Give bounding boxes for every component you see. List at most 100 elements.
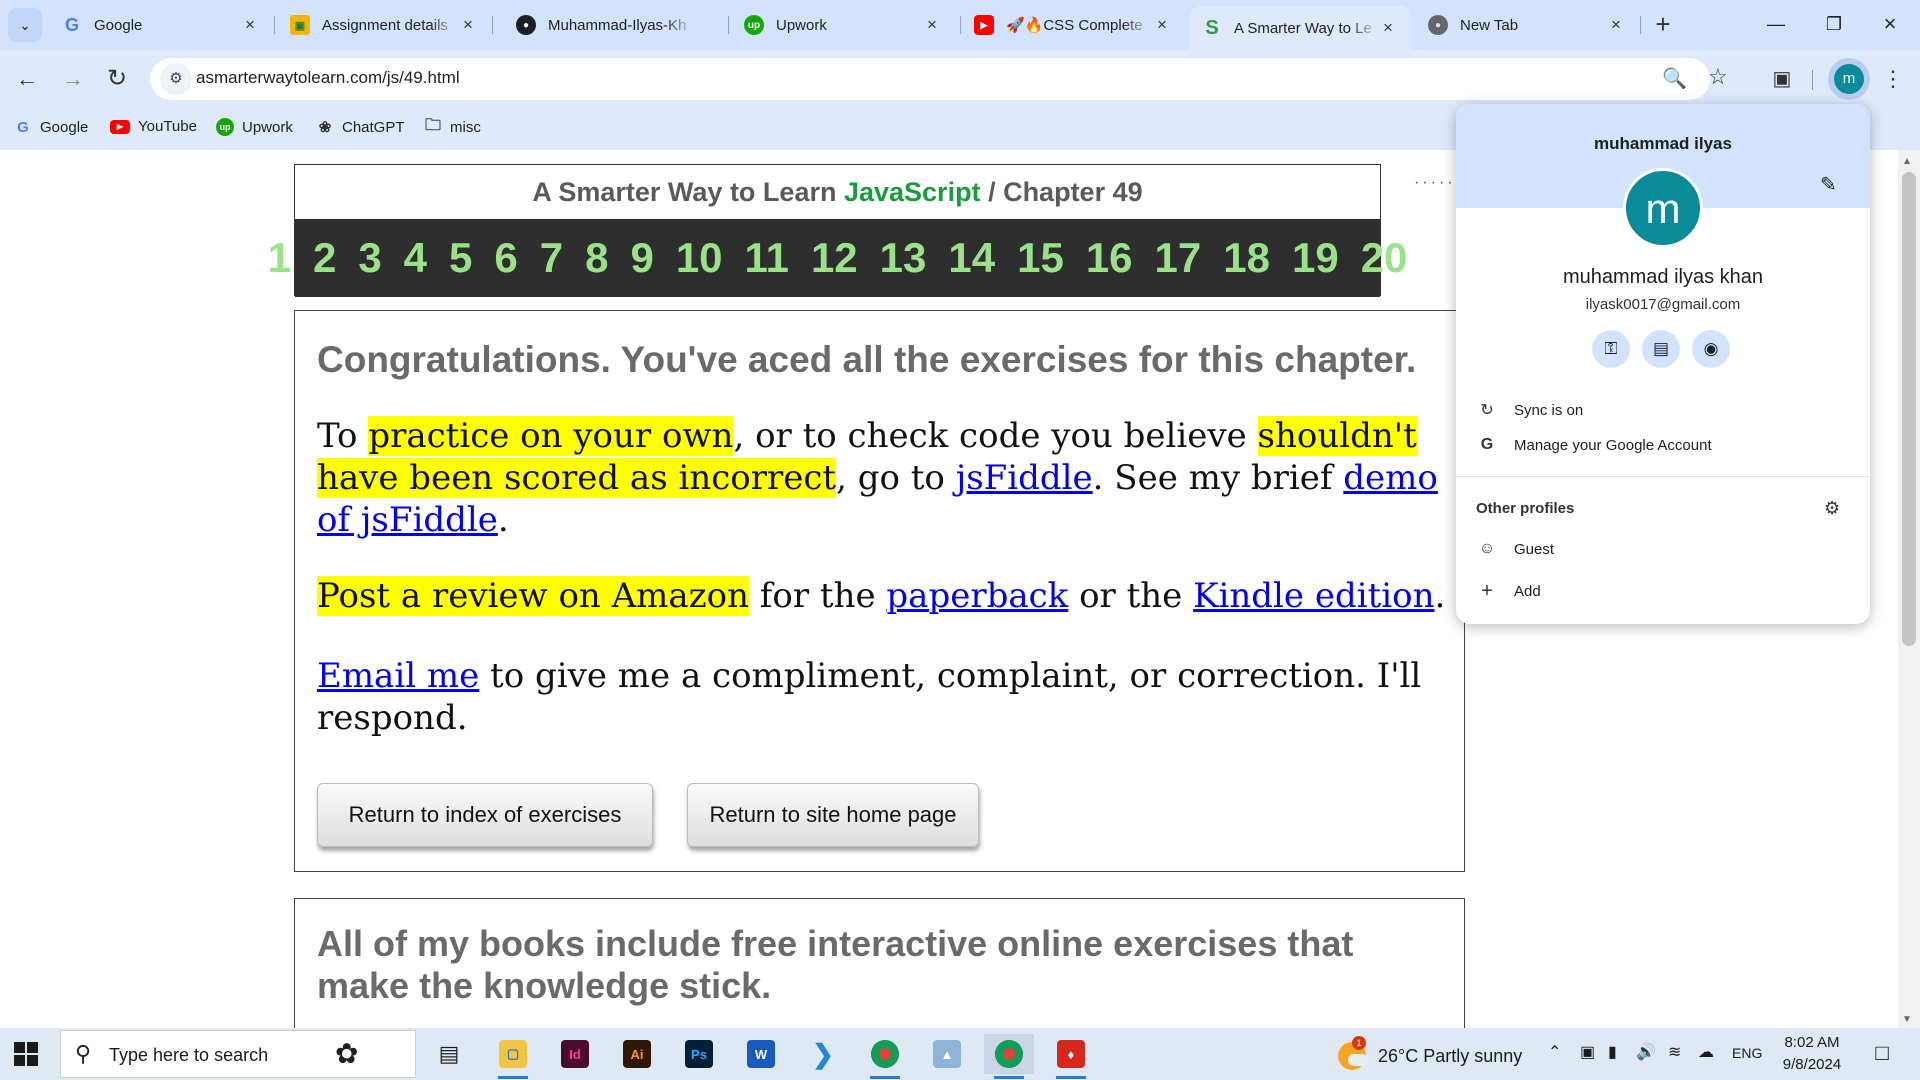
chapter-20-link[interactable]: 20 (1361, 234, 1408, 282)
minimize-button[interactable]: — (1748, 0, 1804, 50)
close-icon[interactable]: × (1152, 15, 1172, 35)
extensions-puzzle-icon[interactable]: ▣ (1766, 63, 1798, 95)
onedrive-cloud-icon[interactable]: ☁ (1698, 1042, 1714, 1062)
chrome-profile-taskbar-icon[interactable] (984, 1034, 1034, 1079)
chapter-8-link[interactable]: 8 (585, 234, 608, 282)
chapter-7-link[interactable]: 7 (540, 234, 563, 282)
close-icon[interactable]: × (458, 15, 478, 35)
manage-google-account-row[interactable]: G Manage your Google Account (1476, 436, 1712, 454)
meet-now-icon[interactable]: ▣ (1580, 1042, 1595, 1062)
weather-widget[interactable]: 1 26°C Partly sunny (1338, 1036, 1523, 1070)
blue-app-icon[interactable]: ▲ (922, 1034, 972, 1074)
sync-status-row[interactable]: ↻ Sync is on (1476, 400, 1583, 420)
wifi-icon[interactable]: ≋ (1668, 1042, 1681, 1062)
chapter-1-link[interactable]: 1 (268, 234, 291, 282)
photoshop-icon[interactable]: Ps (674, 1034, 724, 1074)
edit-pencil-icon[interactable]: ✎ (1820, 172, 1837, 197)
notifications-icon[interactable]: □ (1864, 1040, 1900, 1066)
tab-github[interactable]: ● Muhammad-Ilyas-Kh × (504, 6, 726, 44)
tab-new-tab[interactable]: ● New Tab × (1416, 6, 1638, 44)
chapter-2-link[interactable]: 2 (313, 234, 336, 282)
chapter-17-link[interactable]: 17 (1155, 234, 1202, 282)
tab-smarter-way[interactable]: S A Smarter Way to Le × (1190, 6, 1410, 50)
bookmark-youtube[interactable]: ▶ YouTube (110, 118, 197, 135)
chapter-3-link[interactable]: 3 (358, 234, 381, 282)
payment-card-icon[interactable]: ▤ (1642, 330, 1680, 368)
email-me-link[interactable]: Email me (317, 656, 479, 696)
return-to-home-button[interactable]: Return to site home page (687, 783, 979, 847)
site-info-icon[interactable]: ⚙ (160, 63, 192, 95)
reload-button[interactable]: ↻ (100, 62, 134, 96)
chapter-15-link[interactable]: 15 (1017, 234, 1064, 282)
system-clock[interactable]: 8:02 AM 9/8/2024 (1760, 1032, 1864, 1076)
profile-button[interactable]: m (1828, 58, 1870, 100)
chapter-9-link[interactable]: 9 (630, 234, 653, 282)
youtube-icon: ▶ (110, 119, 130, 134)
close-icon[interactable]: × (922, 15, 942, 35)
jsfiddle-link[interactable]: jsFiddle (956, 458, 1093, 498)
task-view-icon[interactable]: ▤ (424, 1034, 474, 1074)
bookmark-label: YouTube (138, 118, 197, 135)
close-icon[interactable]: × (240, 15, 260, 35)
bookmark-folder-misc[interactable]: 🗀 misc (424, 117, 481, 136)
chapter-10-link[interactable]: 10 (676, 234, 723, 282)
add-profile-row[interactable]: + Add (1476, 580, 1541, 603)
tab-separator (960, 16, 961, 34)
maximize-button[interactable]: ❐ (1806, 0, 1862, 50)
tab-upwork[interactable]: up Upwork × (732, 6, 954, 44)
bookmark-upwork[interactable]: up Upwork (216, 118, 293, 136)
volume-icon[interactable]: 🔊 (1636, 1042, 1656, 1062)
zoom-icon[interactable]: 🔍 (1662, 66, 1687, 91)
battery-icon[interactable]: ▮ (1608, 1042, 1617, 1062)
kindle-edition-link[interactable]: Kindle edition (1193, 576, 1434, 616)
chapter-14-link[interactable]: 14 (948, 234, 995, 282)
paperback-link[interactable]: paperback (886, 576, 1068, 616)
chapter-13-link[interactable]: 13 (880, 234, 927, 282)
chapter-6-link[interactable]: 6 (494, 234, 517, 282)
close-icon[interactable]: × (1378, 18, 1398, 38)
chapter-11-link[interactable]: 11 (745, 234, 789, 282)
language-indicator[interactable]: ENG (1732, 1045, 1762, 1061)
tab-assignment-details[interactable]: ▣ Assignment details × (278, 6, 490, 44)
chapter-12-link[interactable]: 12 (811, 234, 858, 282)
word-icon[interactable]: W (736, 1034, 786, 1074)
gear-icon[interactable]: ⚙ (1824, 498, 1840, 519)
address-bar[interactable]: ⚙ asmarterwaytolearn.com/js/49.html 🔍 ☆ (150, 58, 1728, 100)
window-close-button[interactable]: × (1862, 0, 1918, 50)
indesign-icon[interactable]: Id (550, 1034, 600, 1074)
acrobat-icon[interactable]: ♦ (1046, 1034, 1096, 1079)
chapter-4-link[interactable]: 4 (404, 234, 427, 282)
vscode-icon[interactable]: ❯ (798, 1034, 848, 1074)
bookmark-google[interactable]: G Google (14, 118, 88, 136)
tab-google[interactable]: G Google × (50, 6, 272, 44)
close-icon[interactable]: × (1606, 15, 1626, 35)
page-scrollbar[interactable]: ▲ ▼ (1898, 150, 1920, 1028)
scroll-up-arrow-icon[interactable]: ▲ (1902, 156, 1912, 167)
passwords-key-icon[interactable]: ⚿ (1592, 330, 1630, 368)
back-button[interactable]: ← (10, 62, 44, 96)
taskbar-search-box[interactable]: ⚲ Type here to search ✿ (60, 1030, 416, 1078)
new-tab-button[interactable]: + (1648, 10, 1678, 40)
guest-profile-row[interactable]: ☺ Guest (1476, 540, 1554, 558)
forward-button[interactable]: → (56, 62, 90, 96)
tab-search-button[interactable]: ⌄ (8, 8, 42, 42)
url-text[interactable]: asmarterwaytolearn.com/js/49.html (196, 68, 460, 88)
return-to-index-button[interactable]: Return to index of exercises (317, 783, 653, 847)
bookmark-star-icon[interactable]: ☆ (1708, 64, 1728, 90)
chapter-5-link[interactable]: 5 (449, 234, 472, 282)
weather-text: 26°C Partly sunny (1378, 1045, 1523, 1066)
chrome-taskbar-icon[interactable] (860, 1034, 910, 1079)
addresses-location-icon[interactable]: ◉ (1692, 330, 1730, 368)
illustrator-icon[interactable]: Ai (612, 1034, 662, 1074)
scrollbar-thumb[interactable] (1902, 172, 1916, 646)
windows-start-icon[interactable] (14, 1042, 38, 1066)
chevron-up-icon[interactable]: ⌃ (1548, 1042, 1561, 1062)
tab-css-complete[interactable]: ▶ 🚀🔥CSS Complete × (962, 6, 1184, 44)
chapter-19-link[interactable]: 19 (1292, 234, 1339, 282)
file-explorer-icon[interactable]: ▢ (488, 1034, 538, 1079)
chapter-18-link[interactable]: 18 (1223, 234, 1270, 282)
chapter-16-link[interactable]: 16 (1086, 234, 1133, 282)
bookmark-chatgpt[interactable]: ❀ ChatGPT (316, 118, 405, 137)
kebab-menu-icon[interactable]: ⋮ (1880, 62, 1906, 96)
scroll-down-arrow-icon[interactable]: ▼ (1902, 1014, 1912, 1025)
